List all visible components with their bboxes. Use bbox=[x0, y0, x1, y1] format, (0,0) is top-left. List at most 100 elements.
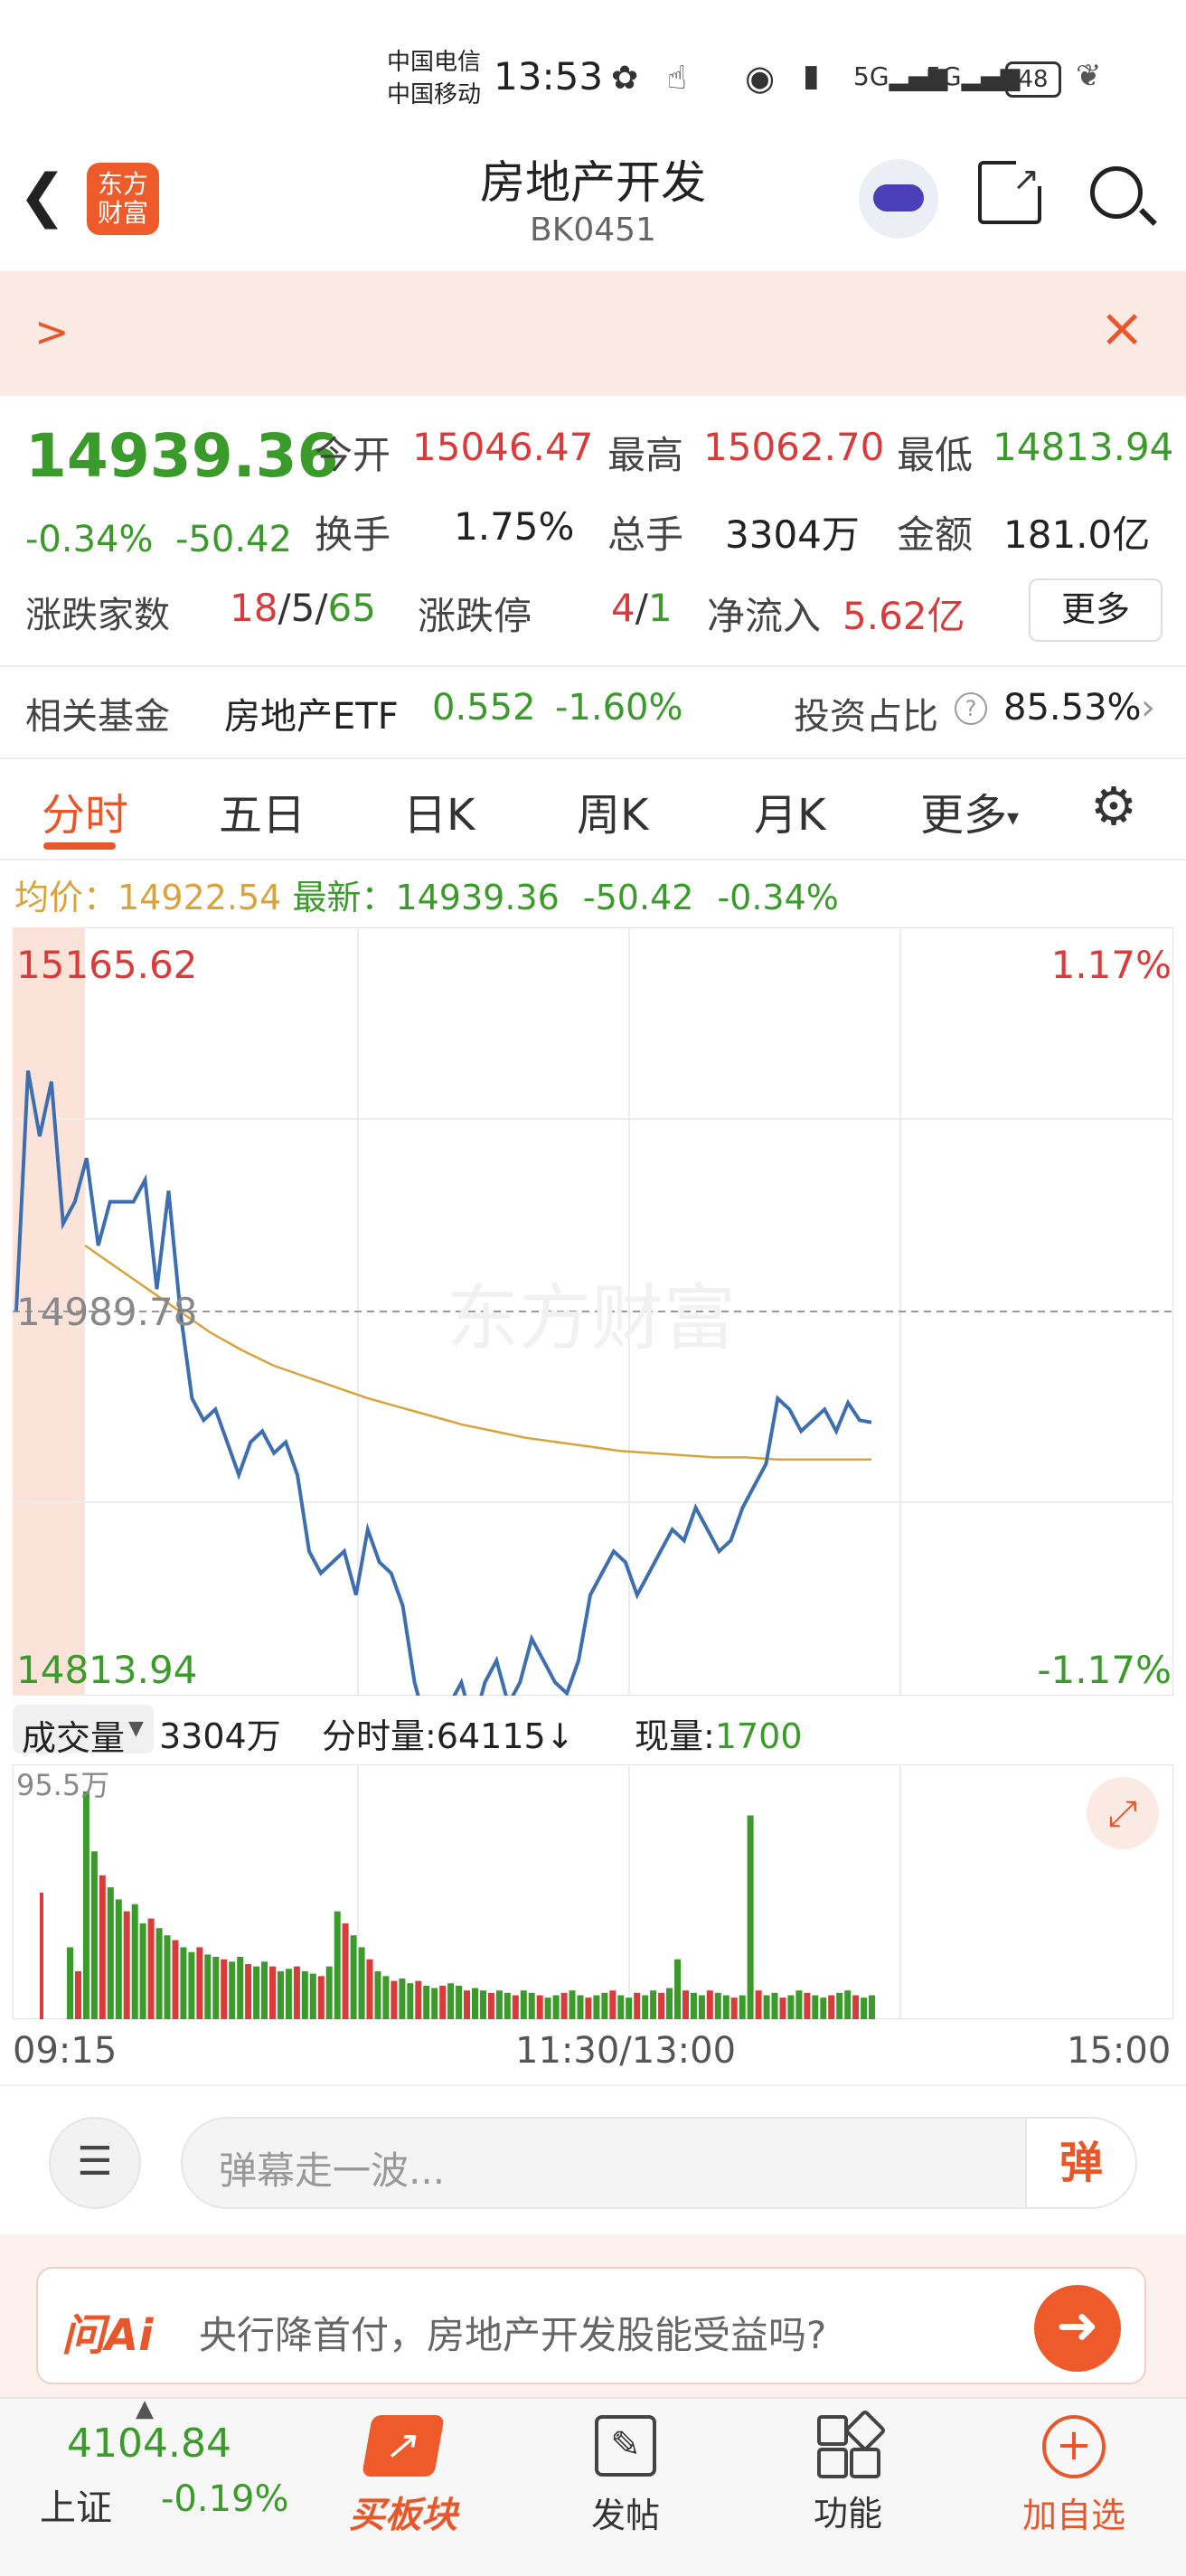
volume-bar bbox=[269, 1966, 276, 2019]
volume-bar bbox=[358, 1947, 365, 2019]
carrier-1: 中国电信 bbox=[387, 49, 482, 76]
wechat-icon: ✿ bbox=[611, 60, 639, 97]
volume-bar bbox=[261, 1961, 268, 2019]
nav-buy-sector[interactable]: ↗ 买板块 bbox=[322, 2399, 485, 2538]
change-value: -50.42 bbox=[175, 519, 292, 560]
volume-bar bbox=[334, 1911, 341, 2019]
functions-label: 功能 bbox=[813, 2494, 882, 2534]
danmu-toggle-icon[interactable]: 弹 bbox=[1025, 2119, 1135, 2207]
volume-bar bbox=[212, 1957, 220, 2019]
back-icon[interactable]: ❮ bbox=[18, 163, 67, 230]
volume-bar bbox=[204, 1954, 212, 2019]
volume-bar bbox=[520, 1990, 527, 2019]
comment-row: ☰ 弹幕走一波... 弹 bbox=[0, 2084, 1186, 2240]
comment-placeholder: 弹幕走一波... bbox=[219, 2148, 446, 2193]
volume-bar bbox=[456, 1985, 463, 2019]
volume-bar bbox=[245, 1964, 252, 2019]
volume-bar bbox=[787, 1995, 795, 2019]
volume-bar bbox=[569, 1990, 576, 2019]
inflow-value: 5.62亿 bbox=[842, 594, 965, 638]
volume-bar bbox=[285, 1969, 292, 2019]
expand-icon: ⤢ bbox=[1108, 1793, 1137, 1835]
tab-more[interactable]: 更多▾ bbox=[920, 779, 1019, 842]
close-icon[interactable]: × bbox=[1099, 296, 1144, 360]
eye-icon: ◉ bbox=[745, 58, 776, 98]
tab-intraday[interactable]: 分时 bbox=[42, 779, 128, 842]
invest-ratio-value: 85.53% bbox=[1003, 687, 1142, 729]
volume-bar bbox=[755, 1990, 762, 2019]
settings-gear-icon[interactable]: ⚙ bbox=[1090, 776, 1137, 837]
adv-down: 65 bbox=[327, 586, 376, 630]
chevron-right-icon: > bbox=[34, 307, 70, 356]
tab-monthly-k[interactable]: 月K bbox=[754, 779, 825, 842]
volume-bar bbox=[253, 1966, 260, 2019]
ai-robot-icon[interactable] bbox=[859, 159, 938, 239]
volume-bar bbox=[739, 1995, 746, 2019]
nav-functions[interactable]: 功能 bbox=[767, 2399, 929, 2535]
volume-bar bbox=[229, 1961, 236, 2019]
volume-bar bbox=[423, 1985, 430, 2019]
volume-bar bbox=[472, 1988, 478, 2019]
volume-bar bbox=[763, 1995, 770, 2019]
adv-decline-values: 18/5/65 bbox=[230, 586, 376, 630]
hand-icon: ☝ bbox=[667, 60, 687, 97]
volume-bar bbox=[690, 1992, 697, 2019]
volume-bar bbox=[196, 1947, 203, 2019]
share-icon[interactable]: ↗ bbox=[978, 161, 1041, 224]
search-icon[interactable] bbox=[1090, 166, 1157, 226]
tick-volume: 分时量:64115↓ bbox=[322, 1716, 575, 1756]
ai-question-card[interactable]: 问Ai 央行降首付，房地产开发股能受益吗? ➜ bbox=[36, 2267, 1146, 2384]
related-fund-row[interactable]: 相关基金 房地产ETF 0.552 -1.60% 投资占比 ? 85.53% › bbox=[0, 665, 1186, 759]
volume-bar bbox=[828, 1995, 835, 2019]
price-chart[interactable]: 东方财富 15165.62 1.17% 14989.78 14813.94 -1… bbox=[13, 927, 1173, 1696]
limit-up: 4 bbox=[611, 586, 635, 630]
inflow-label: 净流入 bbox=[707, 594, 822, 638]
volume-bar bbox=[447, 1983, 455, 2019]
high-value: 15062.70 bbox=[703, 425, 885, 469]
volume-bar bbox=[99, 1875, 106, 2019]
help-icon[interactable]: ? bbox=[955, 692, 987, 725]
caret-up-icon: ▲ bbox=[136, 2395, 154, 2422]
volume-bar bbox=[560, 1992, 568, 2019]
nav-add-watchlist[interactable]: + 加自选 bbox=[993, 2399, 1155, 2537]
page-title: 房地产开发 bbox=[480, 156, 706, 209]
volume-bar bbox=[399, 1978, 406, 2019]
low-label: 最低 bbox=[897, 433, 974, 477]
volume-selector[interactable]: 成交量 ▼ bbox=[13, 1705, 154, 1758]
volume-bar bbox=[325, 1966, 333, 2019]
volume-bar bbox=[536, 1995, 543, 2019]
volume-bar bbox=[852, 1995, 860, 2019]
volume-bar bbox=[164, 1935, 171, 2019]
current-volume: 现量:1700 bbox=[635, 1708, 803, 1758]
tab-daily-k[interactable]: 日K bbox=[403, 779, 475, 842]
top-pct-label: 1.17% bbox=[1051, 943, 1172, 987]
ai-go-arrow-icon[interactable]: ➜ bbox=[1034, 2285, 1121, 2372]
triangle-down-icon: ▾ bbox=[1007, 804, 1020, 832]
volume-bar bbox=[812, 1995, 819, 2019]
volume-bar bbox=[771, 1992, 778, 2019]
tab-five-day[interactable]: 五日 bbox=[219, 779, 306, 842]
comment-input[interactable]: 弹幕走一波... 弹 bbox=[181, 2117, 1137, 2209]
volume-bar bbox=[779, 1998, 786, 2019]
volume-bar bbox=[552, 1995, 560, 2019]
volume-bar bbox=[90, 1851, 98, 2019]
open-label: 今开 bbox=[315, 433, 391, 477]
more-button[interactable]: 更多 bbox=[1029, 578, 1162, 642]
volume-bar bbox=[123, 1911, 130, 2019]
index-value[interactable]: 4104.84 bbox=[67, 2421, 231, 2467]
bottom-nav: ▲ 4104.84 上证 -0.19% ↗ 买板块 ✎ 发帖 功能 + 加自选 bbox=[0, 2395, 1186, 2576]
volume-bar bbox=[67, 1947, 73, 2019]
volume-bar bbox=[698, 1995, 705, 2019]
tab-weekly-k[interactable]: 周K bbox=[577, 779, 648, 842]
volume-chart[interactable]: 95.5万 ⤢ bbox=[13, 1764, 1173, 2019]
ai-section: 问Ai 央行降首付，房地产开发股能受益吗? ➜ bbox=[0, 2234, 1186, 2397]
notice-banner[interactable]: > × bbox=[0, 271, 1186, 396]
fund-price: 0.552 bbox=[432, 687, 536, 729]
volume-bar bbox=[528, 1992, 535, 2019]
grid-icon bbox=[817, 2408, 888, 2478]
barrage-settings-icon[interactable]: ☰ bbox=[49, 2117, 141, 2209]
nav-post[interactable]: ✎ 发帖 bbox=[544, 2399, 707, 2537]
volume-bar bbox=[617, 1995, 625, 2019]
edit-icon: ✎ bbox=[595, 2415, 656, 2477]
fund-label: 相关基金 bbox=[25, 696, 170, 738]
